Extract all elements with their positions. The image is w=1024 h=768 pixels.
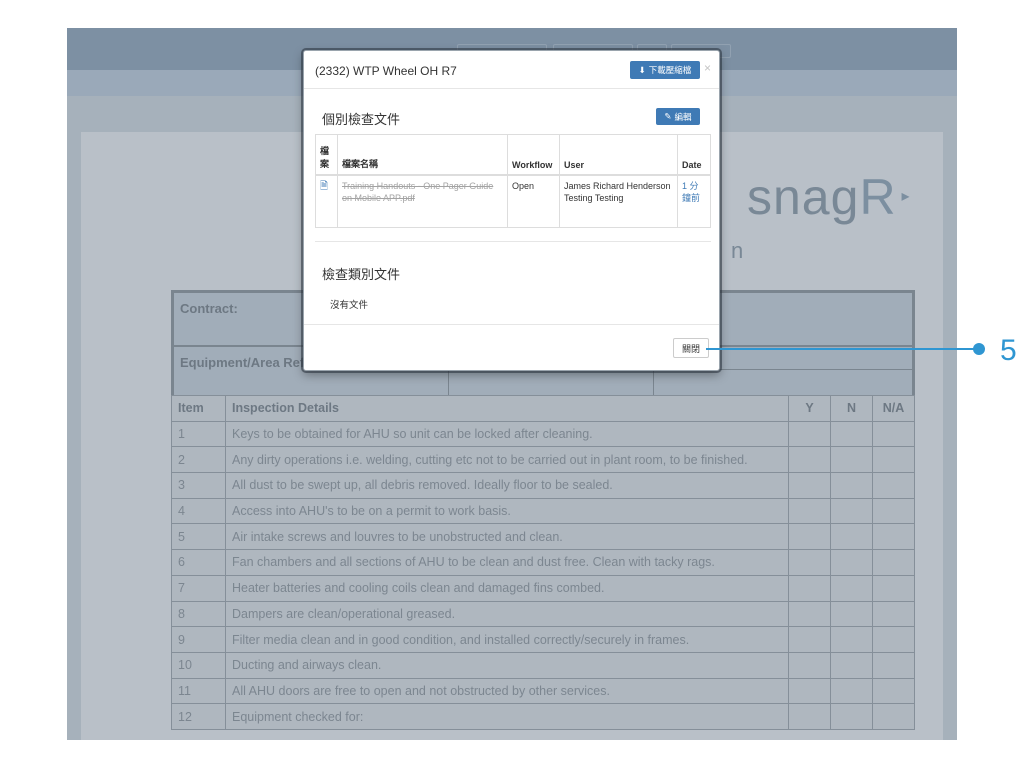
document-name-link[interactable]: Training Handouts - One Pager Guide on M… bbox=[342, 181, 493, 203]
documents-header-row: 檔案 檔案名稱 Workflow User Date bbox=[315, 134, 711, 176]
name-column-header: 檔案名稱 bbox=[337, 134, 508, 176]
file-column-header: 檔案 bbox=[315, 134, 338, 176]
download-zip-button[interactable]: ⬇ 下載壓縮檔 bbox=[630, 61, 700, 79]
edit-label: 編輯 bbox=[674, 111, 692, 122]
download-zip-label: 下載壓縮檔 bbox=[648, 65, 692, 75]
download-icon: ⬇ bbox=[638, 64, 646, 75]
callout-number: 5 bbox=[1000, 334, 1017, 367]
section-divider bbox=[315, 241, 711, 242]
callout-dot bbox=[973, 343, 985, 355]
document-workflow: Open bbox=[507, 174, 560, 228]
callout-line bbox=[706, 348, 978, 350]
pdf-file-icon[interactable]: 🗎 bbox=[320, 181, 328, 192]
modal-footer bbox=[304, 324, 719, 370]
documents-table: 檔案 檔案名稱 Workflow User Date 🗎 Training Ha… bbox=[315, 134, 711, 228]
close-button[interactable]: 關閉 bbox=[673, 338, 709, 358]
user-column-header: User bbox=[559, 134, 678, 176]
document-date: 1 分鐘前 bbox=[682, 180, 701, 203]
individual-docs-heading: 個別檢查文件 bbox=[322, 112, 401, 127]
workflow-column-header: Workflow bbox=[507, 134, 560, 176]
category-docs-heading: 檢查類別文件 bbox=[322, 267, 401, 282]
close-icon[interactable]: × bbox=[704, 61, 711, 75]
edit-icon: ✎ bbox=[664, 111, 672, 121]
no-documents-text: 沒有文件 bbox=[330, 300, 369, 311]
document-row: 🗎 Training Handouts - One Pager Guide on… bbox=[315, 174, 711, 228]
document-user: James Richard Henderson Testing Testing bbox=[559, 174, 678, 228]
documents-modal: (2332) WTP Wheel OH R7 ⬇ 下載壓縮檔 × 個別檢查文件 … bbox=[303, 50, 720, 371]
date-column-header: Date bbox=[677, 134, 711, 176]
modal-header: (2332) WTP Wheel OH R7 ⬇ 下載壓縮檔 × bbox=[304, 51, 719, 89]
modal-title: (2332) WTP Wheel OH R7 bbox=[315, 64, 457, 78]
edit-button[interactable]: ✎ 編輯 bbox=[656, 108, 700, 125]
